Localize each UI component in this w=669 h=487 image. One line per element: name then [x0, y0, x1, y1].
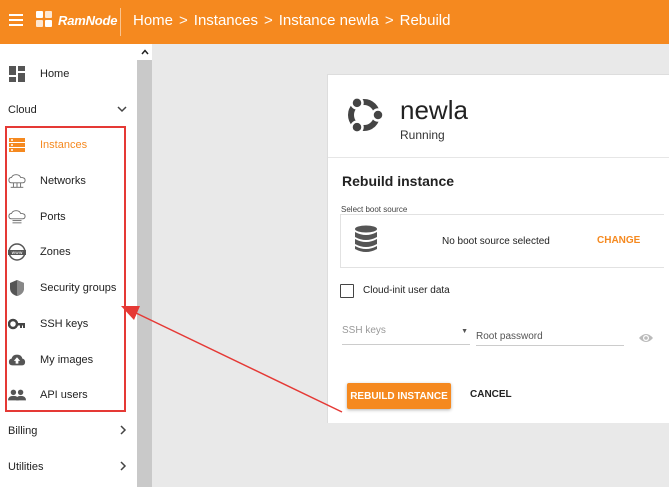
- breadcrumb-home[interactable]: Home: [133, 12, 173, 29]
- sidebar-section-label: Utilities: [8, 461, 44, 473]
- eye-icon[interactable]: [638, 332, 654, 344]
- ssh-keys-placeholder: SSH keys: [342, 325, 386, 336]
- sidebar-section-cloud[interactable]: Cloud: [0, 94, 137, 126]
- card-divider: [328, 157, 669, 158]
- annotation-highlight-box: [5, 126, 126, 412]
- dashboard-icon: [8, 65, 26, 83]
- breadcrumb-separator: >: [264, 12, 273, 29]
- header-divider: [120, 8, 121, 36]
- instance-name: newla: [400, 95, 468, 125]
- sidebar-section-utilities[interactable]: Utilities: [0, 451, 137, 483]
- breadcrumb-current: Rebuild: [399, 12, 451, 29]
- rebuild-instance-button[interactable]: REBUILD INSTANCE: [347, 383, 451, 409]
- chevron-right-icon: [119, 460, 127, 474]
- chevron-down-icon: [117, 105, 127, 116]
- sidebar-item-label: Home: [40, 68, 70, 80]
- breadcrumb-separator: >: [179, 12, 188, 29]
- sidebar-section-label: Cloud: [8, 104, 37, 116]
- sidebar-scrollbar[interactable]: [137, 44, 152, 487]
- root-password-input[interactable]: [476, 328, 624, 346]
- sidebar-section-label: Billing: [8, 425, 38, 437]
- boot-source-label: Select boot source: [341, 205, 408, 214]
- instance-header: newla Running: [328, 75, 669, 155]
- breadcrumb-instance[interactable]: Instance newla: [279, 12, 379, 29]
- ramnode-logo[interactable]: RamNode: [36, 11, 117, 29]
- cloud-init-label: Cloud-init user data: [363, 285, 450, 296]
- database-icon: [355, 225, 377, 252]
- hamburger-menu-icon[interactable]: [9, 14, 23, 26]
- cloud-init-checkbox[interactable]: [340, 284, 354, 298]
- breadcrumb-instances[interactable]: Instances: [194, 12, 258, 29]
- boot-source-value: No boot source selected: [442, 236, 550, 247]
- cancel-button[interactable]: CANCEL: [470, 389, 512, 400]
- instance-status: Running: [400, 128, 445, 142]
- top-bar: RamNode Home > Instances > Instance newl…: [0, 0, 669, 44]
- breadcrumb: Home > Instances > Instance newla > Rebu…: [133, 12, 450, 29]
- logo-mark-icon: [36, 11, 54, 29]
- rebuild-title: Rebuild instance: [342, 173, 455, 189]
- sidebar-item-home[interactable]: Home: [0, 58, 137, 90]
- brand-name: RamNode: [58, 12, 118, 28]
- ssh-keys-select[interactable]: SSH keys ▼: [342, 325, 470, 345]
- breadcrumb-separator: >: [384, 12, 394, 29]
- ubuntu-icon: [348, 96, 385, 134]
- rebuild-card: newla Running Rebuild instance Select bo…: [327, 74, 669, 423]
- sidebar-section-billing[interactable]: Billing: [0, 415, 137, 447]
- caret-down-icon: ▼: [461, 328, 468, 335]
- boot-source-box[interactable]: No boot source selected CHANGE: [340, 214, 664, 268]
- chevron-right-icon: [119, 424, 127, 438]
- change-boot-source-button[interactable]: CHANGE: [597, 235, 640, 246]
- scroll-up-icon[interactable]: [137, 44, 152, 60]
